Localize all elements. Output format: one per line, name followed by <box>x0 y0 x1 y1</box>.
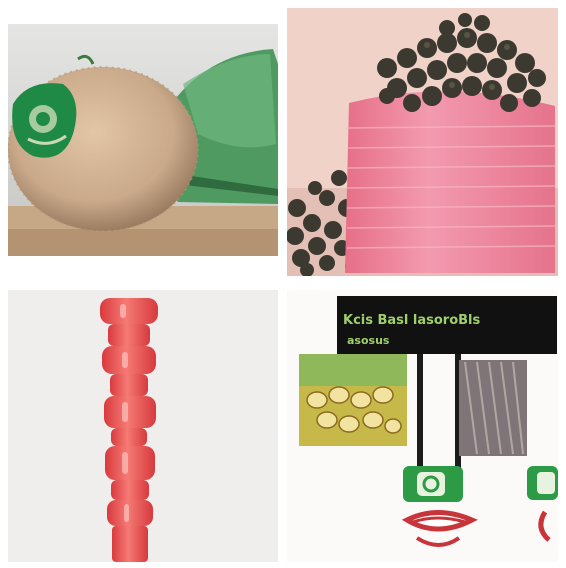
coconut-scene <box>8 24 278 256</box>
sign-scene: Kcis Basl lasoroBls asosus <box>287 290 558 562</box>
right-picture <box>459 360 527 456</box>
sign-line-2: asosus <box>347 334 390 347</box>
sign-line-1: Kcis Basl lasoroBls <box>343 313 481 328</box>
spool-scene <box>287 8 558 276</box>
column-scene <box>8 290 278 562</box>
red-column-tile <box>8 290 278 562</box>
sign-tile: Kcis Basl lasoroBls asosus <box>287 290 558 562</box>
pink-spool-tile <box>287 8 558 276</box>
coconut-tile <box>8 24 278 256</box>
